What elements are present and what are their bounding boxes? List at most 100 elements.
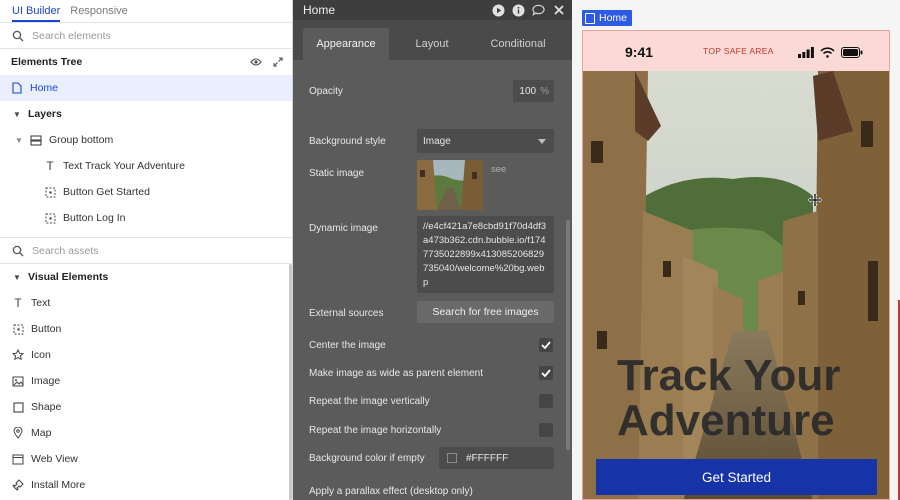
signal-icon bbox=[798, 47, 814, 58]
star-icon bbox=[12, 349, 24, 361]
element-install-more[interactable]: Install More bbox=[0, 472, 292, 498]
element-icon[interactable]: Icon bbox=[0, 342, 292, 368]
opacity-field[interactable]: 100 % bbox=[513, 80, 554, 102]
property-editor-title: Home bbox=[303, 3, 336, 17]
search-elements-input[interactable] bbox=[32, 29, 252, 42]
close-icon[interactable] bbox=[552, 4, 565, 17]
visual-elements-header[interactable]: ▼ Visual Elements bbox=[0, 264, 292, 290]
tab-conditional[interactable]: Conditional bbox=[475, 28, 561, 60]
element-image[interactable]: Image bbox=[0, 368, 292, 394]
text-icon: T bbox=[14, 296, 22, 310]
play-icon[interactable] bbox=[492, 4, 505, 17]
background-style-value: Image bbox=[423, 135, 451, 147]
element-label: Map bbox=[31, 427, 52, 439]
info-icon[interactable] bbox=[512, 4, 525, 17]
battery-icon bbox=[841, 47, 863, 58]
tab-responsive[interactable]: Responsive bbox=[70, 5, 127, 22]
chevron-down-icon bbox=[538, 138, 546, 144]
center-image-label: Center the image bbox=[309, 340, 386, 351]
image-icon bbox=[12, 375, 24, 387]
search-icon bbox=[12, 245, 24, 256]
eye-icon[interactable] bbox=[248, 57, 264, 67]
checkmark-icon bbox=[541, 341, 551, 349]
caret-down-icon[interactable]: ▼ bbox=[14, 136, 24, 145]
get-started-button[interactable]: Get Started bbox=[596, 459, 877, 495]
plugin-icon bbox=[12, 479, 24, 491]
element-web-view[interactable]: Web View bbox=[0, 446, 292, 472]
visual-elements-list: T Text Button Icon Image Shape Map Web V… bbox=[0, 290, 292, 498]
button-icon bbox=[44, 186, 56, 198]
tree-item-home[interactable]: Home bbox=[0, 75, 292, 101]
expand-icon[interactable] bbox=[270, 57, 286, 67]
tree-item-label: Button Log In bbox=[63, 212, 126, 224]
move-cursor-icon bbox=[808, 193, 822, 207]
repeat-horizontal-checkbox[interactable] bbox=[539, 423, 553, 437]
search-elements-bar bbox=[0, 23, 292, 49]
see-link[interactable]: see bbox=[491, 164, 506, 175]
property-tabs: Appearance Layout Conditional bbox=[293, 20, 572, 60]
tree-item-label: Layers bbox=[28, 108, 62, 120]
top-safe-area-label: TOP SAFE AREA bbox=[703, 46, 774, 56]
element-label: Icon bbox=[31, 349, 51, 361]
center-image-checkbox[interactable] bbox=[539, 338, 553, 352]
parallax-label: Apply a parallax effect (desktop only) bbox=[309, 486, 473, 497]
builder-tabs: UI Builder Responsive bbox=[0, 0, 292, 23]
background-style-dropdown[interactable]: Image bbox=[417, 129, 554, 153]
element-shape[interactable]: Shape bbox=[0, 394, 292, 420]
tab-layout[interactable]: Layout bbox=[389, 28, 475, 60]
elements-panel: UI Builder Responsive Elements Tree Home… bbox=[0, 0, 293, 500]
checkmark-icon bbox=[541, 369, 551, 377]
background-color-value: #FFFFFF bbox=[466, 452, 509, 464]
visual-elements-title: Visual Elements bbox=[28, 271, 109, 283]
tree-item-group-bottom[interactable]: ▼ Group bottom bbox=[0, 127, 292, 153]
tree-item-label: Home bbox=[30, 82, 59, 94]
tree-item-text[interactable]: T Text Track Your Adventure bbox=[0, 153, 292, 179]
tree-item-label: Group bottom bbox=[49, 134, 114, 146]
tree-item-button-log-in[interactable]: Button Log In bbox=[0, 205, 292, 231]
element-label: Web View bbox=[31, 453, 78, 465]
dynamic-image-label: Dynamic image bbox=[309, 223, 378, 234]
comment-icon[interactable] bbox=[532, 4, 545, 17]
page-badge-label: Home bbox=[599, 12, 628, 24]
page-badge[interactable]: Home bbox=[582, 10, 633, 26]
property-editor: Home Appearance Layout Conditional Opaci… bbox=[293, 0, 572, 500]
tree-item-label: Button Get Started bbox=[63, 186, 150, 198]
tab-ui-builder[interactable]: UI Builder bbox=[12, 5, 61, 22]
search-icon bbox=[12, 30, 24, 41]
static-image-thumbnail[interactable] bbox=[417, 160, 483, 210]
opacity-label: Opacity bbox=[309, 86, 343, 97]
opacity-unit: % bbox=[540, 85, 549, 97]
repeat-vertical-checkbox[interactable] bbox=[539, 394, 553, 408]
map-pin-icon bbox=[12, 427, 24, 439]
page-icon bbox=[11, 82, 23, 94]
wide-image-label: Make image as wide as parent element bbox=[309, 368, 483, 379]
caret-down-icon[interactable]: ▼ bbox=[12, 110, 22, 119]
status-time: 9:41 bbox=[625, 44, 654, 60]
search-assets-input[interactable] bbox=[32, 244, 252, 257]
property-editor-scrollbar[interactable] bbox=[566, 220, 570, 450]
tab-appearance[interactable]: Appearance bbox=[303, 28, 389, 60]
background-color-label: Background color if empty bbox=[309, 453, 425, 464]
tree-item-label: Text Track Your Adventure bbox=[63, 160, 185, 172]
background-style-label: Background style bbox=[309, 136, 386, 147]
static-image-label: Static image bbox=[309, 168, 365, 179]
button-icon bbox=[44, 212, 56, 224]
opacity-value: 100 bbox=[519, 85, 537, 97]
tree-item-button-get-started[interactable]: Button Get Started bbox=[0, 179, 292, 205]
hero-title[interactable]: Track Your Adventure bbox=[617, 353, 867, 443]
wifi-icon bbox=[820, 47, 835, 58]
search-free-images-button[interactable]: Search for free images bbox=[417, 301, 554, 323]
wide-image-checkbox[interactable] bbox=[539, 366, 553, 380]
background-color-field[interactable]: #FFFFFF bbox=[439, 447, 554, 469]
element-text[interactable]: T Text bbox=[0, 290, 292, 316]
caret-down-icon[interactable]: ▼ bbox=[12, 273, 22, 282]
color-swatch[interactable] bbox=[447, 453, 457, 463]
element-map[interactable]: Map bbox=[0, 420, 292, 446]
tree-item-layers[interactable]: ▼ Layers bbox=[0, 101, 292, 127]
mobile-page-preview[interactable]: 9:41 TOP SAFE AREA Track Your Adventure … bbox=[582, 30, 890, 500]
text-icon: T bbox=[46, 159, 54, 173]
elements-tree-header: Elements Tree bbox=[0, 49, 292, 75]
left-panel-scrollbar[interactable] bbox=[289, 264, 292, 500]
element-button[interactable]: Button bbox=[0, 316, 292, 342]
dynamic-image-field[interactable]: //e4cf421a7e8cbd91f70d4df3a473b362.cdn.b… bbox=[417, 216, 554, 293]
